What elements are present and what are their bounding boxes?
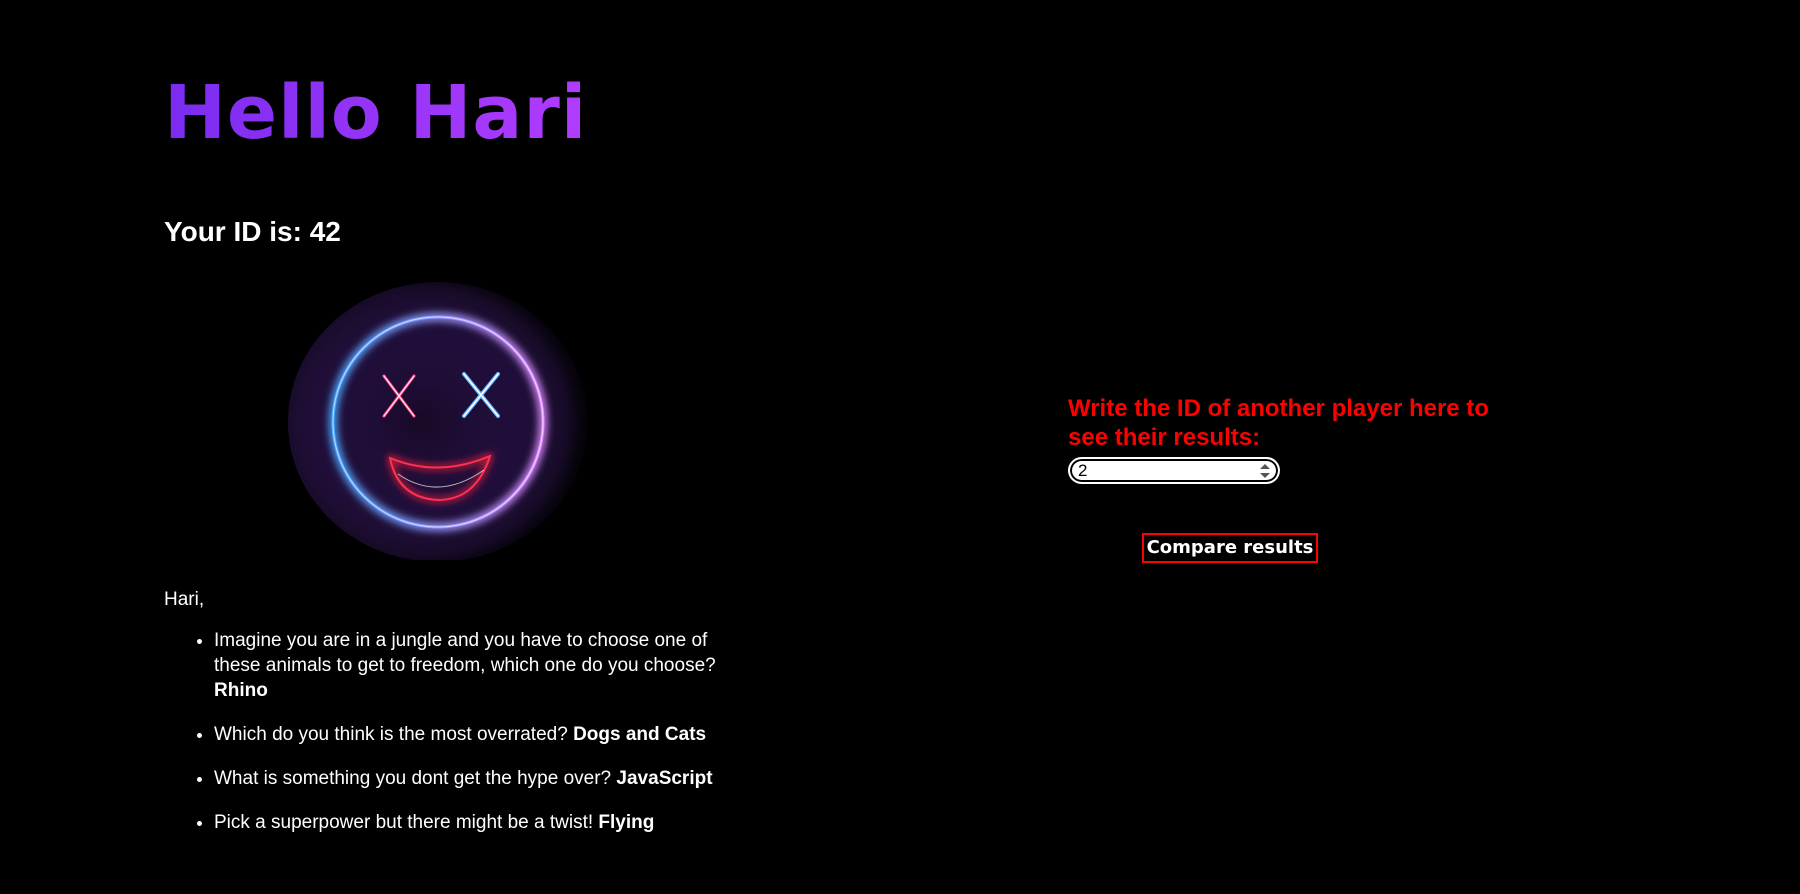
number-spinner-icon[interactable]: [1258, 461, 1272, 481]
list-item: Which do you think is the most overrated…: [214, 722, 734, 747]
list-item: What is something you dont get the hype …: [214, 766, 734, 791]
question-text: Imagine you are in a jungle and you have…: [214, 630, 716, 676]
page-title: Hello Hari: [164, 58, 587, 168]
question-text: What is something you dont get the hype …: [214, 768, 612, 789]
list-item: Pick a superpower but there might be a t…: [214, 810, 734, 835]
answer-text: JavaScript: [616, 768, 713, 789]
compare-instructions: Write the ID of another player here to s…: [1068, 395, 1489, 451]
answer-text: Rhino: [214, 680, 268, 701]
list-item: Imagine you are in a jungle and you have…: [214, 628, 734, 703]
answer-text: Dogs and Cats: [573, 724, 707, 745]
answers-list: Imagine you are in a jungle and you have…: [164, 628, 734, 854]
results-greeting: Hari,: [164, 589, 205, 610]
answer-text: Flying: [598, 812, 655, 833]
question-text: Which do you think is the most overrated…: [214, 724, 568, 745]
player-id-input[interactable]: [1068, 457, 1280, 484]
neon-smiley-x-eyes-icon: [288, 278, 588, 562]
question-text: Pick a superpower but there might be a t…: [214, 812, 594, 833]
player-id-heading: Your ID is: 42: [164, 216, 341, 247]
compare-results-button[interactable]: Compare results: [1142, 533, 1318, 563]
